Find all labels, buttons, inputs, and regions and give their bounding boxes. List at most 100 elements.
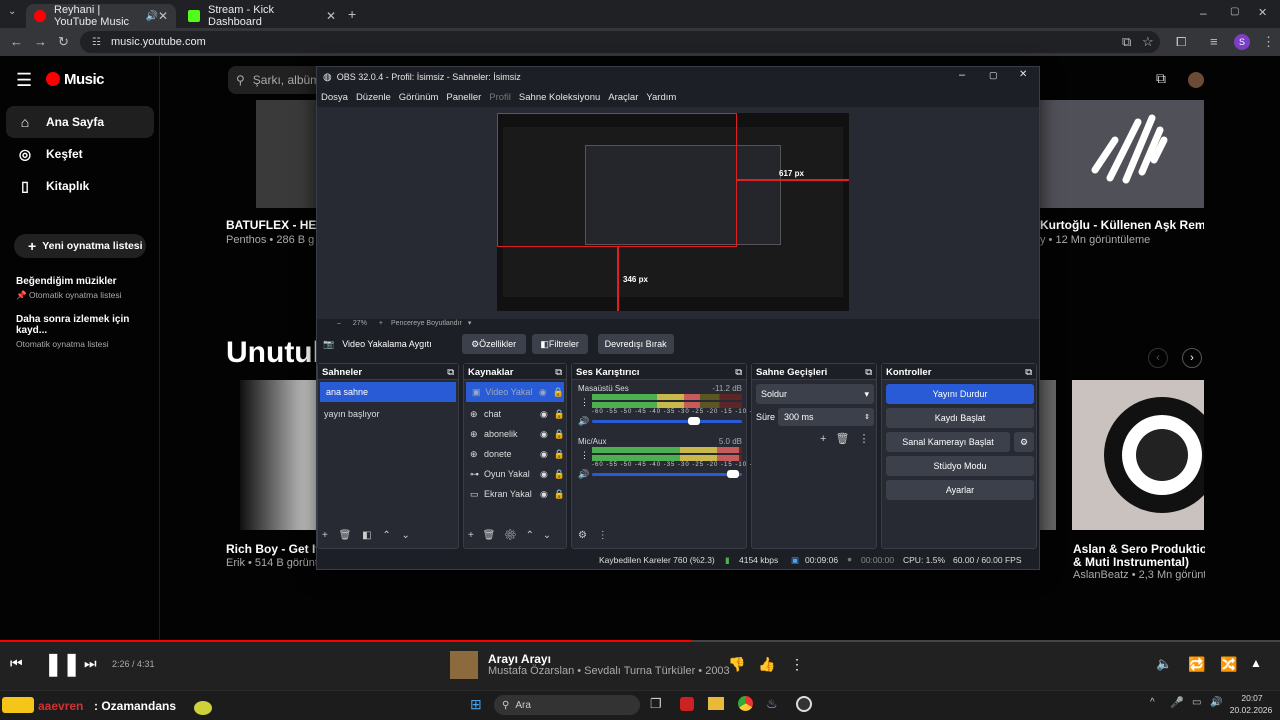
duration-spinbox[interactable]: 300 ms ⇕: [778, 408, 874, 426]
properties-button[interactable]: ⚙ Özellikler: [461, 334, 526, 354]
spin-arrows-icon[interactable]: ⇕: [864, 413, 870, 421]
move-up-icon[interactable]: ⌃: [526, 530, 534, 541]
move-down-icon[interactable]: ⌄: [543, 530, 551, 541]
shuffle-icon[interactable]: 🔀: [1220, 656, 1237, 673]
undock-icon[interactable]: ⧉: [555, 367, 562, 378]
move-up-icon[interactable]: ⌃: [382, 530, 390, 541]
volume-slider[interactable]: [592, 473, 742, 476]
close-icon[interactable]: ✕: [1019, 69, 1027, 80]
menu-help[interactable]: Yardım: [646, 92, 676, 103]
source-item[interactable]: ▭ Ekran Yakal ◉ 🔒: [464, 484, 566, 504]
account-avatar[interactable]: [1188, 72, 1204, 88]
scene-item[interactable]: yayın başlıyor: [318, 404, 458, 424]
start-recording-button[interactable]: Kaydı Başlat: [886, 408, 1034, 428]
song-title[interactable]: Arayı Arayı: [488, 652, 551, 666]
sidebar-item-library[interactable]: ▯ Kitaplık: [6, 170, 154, 202]
zoom-in-icon[interactable]: +: [379, 320, 383, 327]
undock-icon[interactable]: ⧉: [447, 367, 454, 378]
selection-box[interactable]: [497, 113, 737, 247]
extensions-icon[interactable]: ⧠: [1176, 34, 1186, 50]
pause-icon[interactable]: ❚❚: [44, 651, 81, 677]
start-virtual-camera-button[interactable]: Sanal Kamerayı Başlat: [886, 432, 1010, 452]
card-title-line2[interactable]: & Muti Instrumental): [1073, 555, 1189, 569]
menu-tools[interactable]: Araçlar: [608, 92, 638, 103]
address-bar[interactable]: ☷ music.youtube.com: [80, 31, 1160, 53]
expand-icon[interactable]: ▲: [1250, 656, 1262, 670]
windows-start-icon[interactable]: ⊞: [470, 696, 482, 713]
menu-edit[interactable]: Düzenle: [356, 92, 391, 103]
volume-slider[interactable]: [592, 420, 742, 423]
obs-icon[interactable]: [796, 696, 812, 712]
scene-item[interactable]: ana sahne: [320, 382, 456, 402]
more-options-icon[interactable]: ⋮: [790, 656, 804, 673]
menu-scene-collection[interactable]: Sahne Koleksiyonu: [519, 92, 600, 103]
virtual-camera-settings-button[interactable]: ⚙: [1014, 432, 1034, 452]
zoom-out-icon[interactable]: –: [337, 320, 341, 327]
clock-date[interactable]: 20.02.2026: [1226, 705, 1276, 715]
media-icon[interactable]: ≡: [1210, 34, 1218, 49]
eye-icon[interactable]: ◉: [539, 387, 547, 398]
tab-youtube-music[interactable]: Reyhani | YouTube Music 🔊 ✕: [26, 4, 176, 28]
menu-profile[interactable]: Profil: [489, 92, 511, 103]
forward-icon[interactable]: →: [34, 34, 47, 49]
source-item[interactable]: ⊕ chat ◉ 🔒: [464, 404, 566, 424]
maximize-icon[interactable]: ▢: [989, 70, 998, 81]
profile-avatar[interactable]: S: [1234, 34, 1250, 50]
minimize-icon[interactable]: –: [959, 69, 965, 81]
trash-icon[interactable]: 🗑: [483, 530, 496, 541]
undock-icon[interactable]: ⧉: [865, 367, 872, 378]
microphone-icon[interactable]: 🎤: [1170, 696, 1184, 709]
channel-menu-icon[interactable]: ⋮: [580, 450, 589, 461]
add-icon[interactable]: +: [322, 530, 328, 541]
lock-icon[interactable]: 🔒: [554, 429, 565, 440]
close-window-icon[interactable]: ✕: [1258, 6, 1267, 19]
song-artist-line[interactable]: Mustafa Özarslan • Sevdalı Turna Türküle…: [488, 665, 730, 677]
maximize-icon[interactable]: ▢: [1230, 6, 1239, 17]
menu-dots-icon[interactable]: ⋮: [1262, 34, 1275, 50]
filter-icon[interactable]: ◧: [362, 530, 371, 541]
close-icon[interactable]: ✕: [158, 9, 168, 23]
card-thumbnail[interactable]: [240, 380, 318, 530]
eye-icon[interactable]: ◉: [540, 489, 548, 500]
menu-dots-icon[interactable]: ⋮: [598, 530, 608, 541]
speaker-icon[interactable]: 🔊: [1210, 697, 1222, 708]
settings-button[interactable]: Ayarlar: [886, 480, 1034, 500]
like-icon[interactable]: 👍: [758, 656, 775, 673]
audio-icon[interactable]: 🔊: [145, 11, 157, 22]
filters-button[interactable]: ◧ Filtreler: [531, 334, 588, 354]
eye-icon[interactable]: ◉: [540, 469, 548, 480]
dislike-icon[interactable]: 👎: [728, 656, 745, 673]
reload-icon[interactable]: ↻: [58, 34, 69, 50]
eye-icon[interactable]: ◉: [540, 409, 548, 420]
cast-icon[interactable]: ⧉: [1122, 34, 1131, 50]
search-input[interactable]: ⚲ Şarkı, albüm: [228, 66, 328, 94]
add-icon[interactable]: +: [820, 433, 826, 445]
minimize-icon[interactable]: –: [1200, 6, 1207, 20]
back-icon[interactable]: ←: [10, 34, 23, 49]
lock-icon[interactable]: 🔒: [554, 409, 565, 420]
card-thumbnail[interactable]: [256, 100, 318, 208]
studio-mode-button[interactable]: Stüdyo Modu: [886, 456, 1034, 476]
transition-select[interactable]: Soldur ▾: [756, 384, 874, 404]
source-item[interactable]: ⊕ abonelik ◉ 🔒: [464, 424, 566, 444]
carousel-prev-button[interactable]: ‹: [1148, 348, 1168, 368]
speaker-icon[interactable]: 🔊: [578, 416, 589, 427]
clock-time[interactable]: 20:07: [1232, 693, 1272, 703]
source-item[interactable]: ⊕ donete ◉ 🔒: [464, 444, 566, 464]
repeat-icon[interactable]: 🔁: [1188, 656, 1205, 673]
new-tab-icon[interactable]: +: [348, 6, 356, 22]
gear-icon[interactable]: ⚙: [504, 530, 517, 541]
lock-icon[interactable]: 🔒: [553, 387, 564, 398]
sidebar-item-home[interactable]: ⌂ Ana Sayfa: [6, 106, 154, 138]
cast-icon[interactable]: ⧉: [1156, 70, 1166, 87]
file-explorer-icon[interactable]: [708, 697, 724, 710]
bookmark-star-icon[interactable]: ☆: [1142, 34, 1154, 50]
deactivate-button[interactable]: Devredışı Bırak: [597, 334, 674, 354]
card-thumbnail[interactable]: [1072, 380, 1220, 530]
task-view-icon[interactable]: ❐: [650, 696, 662, 712]
app-red-icon[interactable]: [680, 697, 694, 711]
source-item[interactable]: ⊶ Oyun Yakal ◉ 🔒: [464, 464, 566, 484]
tab-kick-dashboard[interactable]: Stream - Kick Dashboard ✕: [180, 4, 344, 28]
tray-chevron-icon[interactable]: ^: [1150, 697, 1155, 708]
volume-slider-thumb[interactable]: [688, 417, 700, 425]
